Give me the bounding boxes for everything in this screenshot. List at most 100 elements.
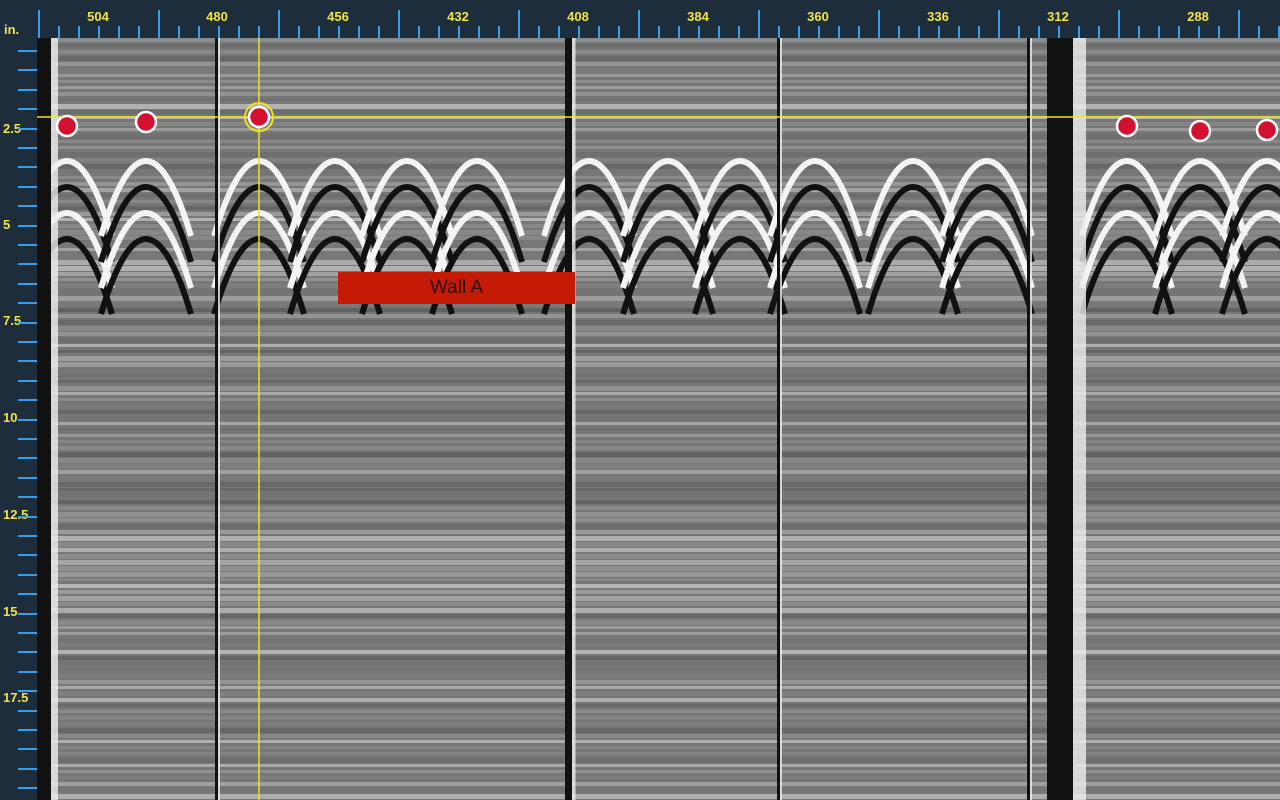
x-ruler-tick xyxy=(298,26,300,38)
y-ruler-tick xyxy=(18,438,37,440)
reflection-band xyxy=(37,788,1280,792)
reflection-band xyxy=(37,362,1280,367)
y-axis-label: 12.5 xyxy=(3,507,29,522)
y-ruler-tick xyxy=(18,128,37,130)
y-ruler-tick xyxy=(18,457,37,459)
x-axis-label: 456 xyxy=(327,9,349,24)
reflection-band xyxy=(37,614,1280,618)
reflection-band xyxy=(37,506,1280,510)
x-ruler-tick xyxy=(598,26,600,38)
reflection-band xyxy=(37,746,1280,749)
y-ruler-tick xyxy=(18,302,37,304)
reflection-band xyxy=(37,584,1280,588)
reflection-band xyxy=(37,770,1280,773)
reflection-band xyxy=(37,494,1280,497)
x-ruler-tick xyxy=(1098,26,1100,38)
y-ruler-tick xyxy=(18,50,37,52)
scan-edge-stripe xyxy=(572,38,576,800)
reflection-band xyxy=(37,554,1280,559)
x-ruler-tick xyxy=(698,26,700,38)
y-ruler-tick xyxy=(18,263,37,265)
y-axis-label: 15 xyxy=(3,604,18,619)
reflection-band xyxy=(37,776,1280,779)
y-ruler-tick xyxy=(18,496,37,498)
reflection-band xyxy=(37,170,1280,175)
y-ruler-tick xyxy=(18,419,37,421)
y-ruler-tick xyxy=(18,166,37,168)
scan-edge-stripe xyxy=(37,38,51,800)
reflection-band xyxy=(37,566,1280,571)
x-ruler-tick xyxy=(858,26,860,38)
reflection-band xyxy=(37,794,1280,799)
reflection-band xyxy=(37,716,1280,720)
target-marker xyxy=(55,114,79,138)
x-ruler-tick xyxy=(1258,26,1260,38)
y-ruler-tick xyxy=(18,535,37,537)
y-ruler-tick xyxy=(18,147,37,149)
y-ruler-tick xyxy=(18,651,37,653)
x-ruler-tick xyxy=(1138,26,1140,38)
reflection-band xyxy=(37,686,1280,689)
reflection-band xyxy=(37,500,1280,504)
x-ruler-tick xyxy=(138,26,140,38)
reflection-band xyxy=(37,650,1280,654)
wall-annotation-label[interactable]: Wall A xyxy=(338,272,575,304)
reflection-band xyxy=(37,38,1280,42)
reflection-band xyxy=(37,572,1280,577)
x-ruler-tick xyxy=(38,10,40,38)
reflection-band xyxy=(37,536,1280,541)
reflection-band xyxy=(37,68,1280,73)
reflection-band xyxy=(37,608,1280,613)
reflection-band xyxy=(37,626,1280,629)
reflection-band xyxy=(37,764,1280,767)
reflection-band xyxy=(37,386,1280,391)
reflection-band xyxy=(37,350,1280,353)
reflection-band xyxy=(37,722,1280,725)
reflection-band xyxy=(37,458,1280,463)
y-ruler-tick xyxy=(18,186,37,188)
scan-edge-stripe xyxy=(215,38,218,800)
reflection-band xyxy=(37,524,1280,529)
reflection-band xyxy=(37,86,1280,89)
x-ruler-tick xyxy=(338,26,340,38)
x-axis-label: 384 xyxy=(687,9,709,24)
x-ruler-tick xyxy=(238,26,240,38)
y-ruler-tick xyxy=(18,593,37,595)
x-ruler-tick xyxy=(1178,26,1180,38)
target-marker xyxy=(1255,118,1279,142)
y-axis-label: 5 xyxy=(3,217,11,232)
y-ruler-tick xyxy=(18,787,37,789)
y-ruler-tick xyxy=(18,554,37,556)
target-marker xyxy=(1115,114,1139,138)
scan-edge-stripe xyxy=(777,38,780,800)
y-ruler-tick xyxy=(18,632,37,634)
y-axis-label: 17.5 xyxy=(3,690,29,705)
reflection-band xyxy=(37,560,1280,565)
reflection-band xyxy=(37,446,1280,450)
top-distance-ruler[interactable]: in. 504 480 456 432 408 384 360 336 312 … xyxy=(0,0,1280,38)
reflection-band xyxy=(37,740,1280,743)
reflection-band xyxy=(37,62,1280,66)
gpr-scan-image[interactable]: Wall A xyxy=(37,38,1280,800)
reflection-band xyxy=(37,152,1280,157)
x-ruler-tick xyxy=(898,26,900,38)
reflection-band xyxy=(37,74,1280,77)
reflection-band xyxy=(37,140,1280,143)
reflection-band xyxy=(37,128,1280,131)
x-ruler-tick xyxy=(378,26,380,38)
reflection-band xyxy=(37,134,1280,139)
scan-edge-stripe xyxy=(1030,38,1032,800)
radargram-canvas[interactable] xyxy=(37,38,1280,800)
x-ruler-tick xyxy=(538,26,540,38)
scan-edge-stripe xyxy=(780,38,782,800)
x-ruler-tick xyxy=(918,26,920,38)
x-ruler-tick xyxy=(558,26,560,38)
depth-unit-label: in. xyxy=(4,22,20,37)
x-ruler-tick xyxy=(118,26,120,38)
reflection-band xyxy=(37,632,1280,635)
x-axis-label: 336 xyxy=(927,9,949,24)
reflection-band xyxy=(37,404,1280,408)
x-axis-label: 288 xyxy=(1187,9,1209,24)
reflection-band xyxy=(37,368,1280,373)
reflection-band xyxy=(37,578,1280,581)
